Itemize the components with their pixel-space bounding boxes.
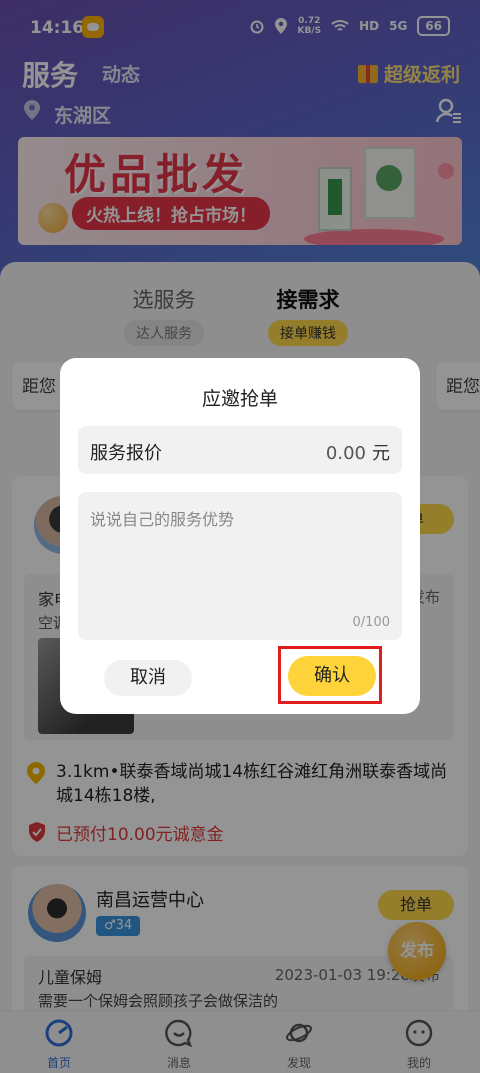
cancel-button[interactable]: 取消 <box>104 660 192 696</box>
char-counter: 0/100 <box>352 615 390 630</box>
confirm-button[interactable]: 确认 <box>288 656 376 696</box>
advantage-box: 0/100 <box>78 492 402 640</box>
accept-order-dialog: 应邀抢单 服务报价 0.00 元 0/100 取消 确认 <box>60 358 420 714</box>
dialog-title: 应邀抢单 <box>201 388 278 410</box>
price-amount: 0.00 <box>325 443 366 464</box>
advantage-input[interactable] <box>78 492 402 612</box>
price-unit: 元 <box>372 443 390 464</box>
price-label: 服务报价 <box>90 443 162 464</box>
price-field[interactable]: 服务报价 0.00 元 <box>78 426 402 474</box>
price-value[interactable]: 0.00 元 <box>326 439 390 465</box>
